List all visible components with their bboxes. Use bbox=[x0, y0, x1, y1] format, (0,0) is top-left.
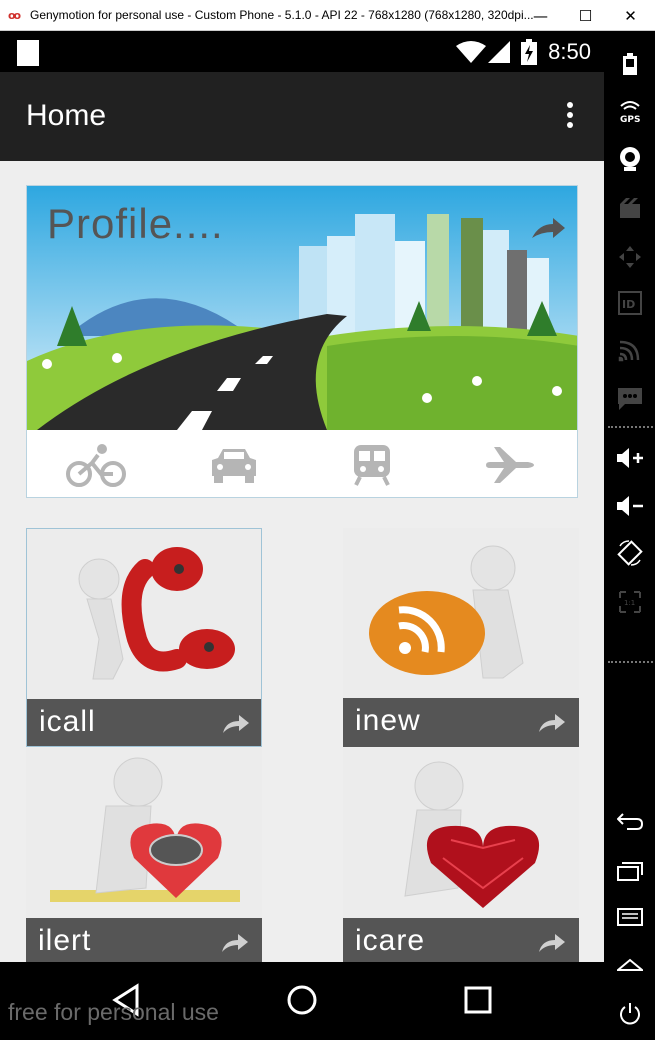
sms-icon[interactable] bbox=[604, 379, 655, 419]
map-pin-figure-illustration bbox=[26, 748, 262, 918]
airplane-icon[interactable] bbox=[475, 440, 545, 490]
screen-capture-icon[interactable] bbox=[604, 189, 655, 229]
rss-figure-illustration bbox=[343, 528, 579, 698]
share-arrow-icon[interactable] bbox=[539, 934, 565, 952]
tile-label: icare bbox=[355, 924, 426, 957]
clock: 8:50 bbox=[548, 39, 591, 64]
volume-down-icon[interactable] bbox=[604, 486, 655, 526]
share-arrow-icon[interactable] bbox=[222, 934, 248, 952]
share-arrow-icon[interactable] bbox=[223, 715, 249, 733]
tile-footer: inew bbox=[343, 698, 579, 747]
phone-figure-illustration bbox=[27, 529, 261, 699]
tile-label: icall bbox=[39, 705, 96, 738]
maximize-button[interactable]: ☐ bbox=[563, 0, 608, 31]
genymotion-logo-icon: oo bbox=[8, 8, 21, 22]
tile-footer: icall bbox=[27, 699, 261, 746]
power-icon[interactable] bbox=[604, 994, 655, 1034]
rotate-icon[interactable] bbox=[604, 533, 655, 573]
battery-icon[interactable] bbox=[604, 44, 655, 84]
android-menu-icon[interactable] bbox=[604, 897, 655, 937]
home-icon[interactable] bbox=[282, 980, 322, 1020]
svg-text:1:1: 1:1 bbox=[624, 599, 635, 607]
tile-label: ilert bbox=[38, 924, 92, 957]
banner-title: Profile.... bbox=[47, 200, 224, 247]
page-title: Home bbox=[26, 99, 107, 132]
tile-inew[interactable]: inew bbox=[343, 528, 579, 747]
notification-icon bbox=[17, 40, 39, 66]
watermark: free for personal use bbox=[8, 999, 219, 1025]
android-recent-icon[interactable] bbox=[604, 851, 655, 891]
wifi-icon bbox=[456, 41, 486, 63]
gps-icon[interactable]: GPS bbox=[604, 91, 655, 131]
window-title: Genymotion for personal use - Custom Pho… bbox=[30, 8, 534, 22]
webcam-icon[interactable] bbox=[604, 139, 655, 179]
bicycle-icon[interactable] bbox=[61, 440, 131, 490]
toolbar-separator bbox=[608, 426, 653, 428]
close-button[interactable]: ✕ bbox=[608, 0, 653, 31]
pixel-perfect-icon[interactable]: 1:1 bbox=[604, 582, 655, 622]
genymotion-toolbar: GPS ID 1:1 bbox=[604, 31, 655, 1040]
profile-banner[interactable]: Profile.... bbox=[26, 185, 578, 498]
tile-icare[interactable]: icare bbox=[343, 748, 579, 967]
share-arrow-icon[interactable] bbox=[539, 714, 565, 732]
dpad-icon[interactable] bbox=[604, 237, 655, 277]
train-icon[interactable] bbox=[337, 440, 407, 490]
car-icon[interactable] bbox=[199, 440, 269, 490]
toolbar-separator bbox=[608, 661, 653, 663]
android-back-icon[interactable] bbox=[604, 801, 655, 841]
window-title-bar: oo Genymotion for personal use - Custom … bbox=[0, 0, 655, 31]
heart-figure-illustration bbox=[343, 748, 579, 918]
svg-text:GPS: GPS bbox=[620, 115, 640, 124]
overflow-menu-icon[interactable] bbox=[560, 102, 580, 132]
status-bar: 8:50 bbox=[0, 31, 604, 72]
volume-up-icon[interactable] bbox=[604, 438, 655, 478]
device-screen: 8:50 Home Profile.... icall inew ilert i… bbox=[0, 31, 604, 1040]
transport-row bbox=[27, 430, 577, 497]
svg-text:ID: ID bbox=[622, 298, 635, 311]
cell-signal-icon bbox=[488, 41, 510, 63]
device-id-icon[interactable]: ID bbox=[604, 283, 655, 323]
minimize-button[interactable]: — bbox=[518, 0, 563, 31]
home-content: Profile.... icall inew ilert icare bbox=[0, 161, 604, 967]
tile-ilert[interactable]: ilert bbox=[26, 748, 262, 967]
tile-footer: icare bbox=[343, 918, 579, 967]
cast-icon[interactable] bbox=[604, 330, 655, 370]
tile-icall[interactable]: icall bbox=[26, 528, 262, 747]
battery-charging-icon bbox=[521, 39, 537, 65]
tile-label: inew bbox=[355, 704, 421, 737]
recent-apps-icon[interactable] bbox=[458, 980, 498, 1020]
app-bar: Home bbox=[0, 72, 604, 161]
tile-footer: ilert bbox=[26, 918, 262, 967]
android-home-icon[interactable] bbox=[604, 945, 655, 985]
